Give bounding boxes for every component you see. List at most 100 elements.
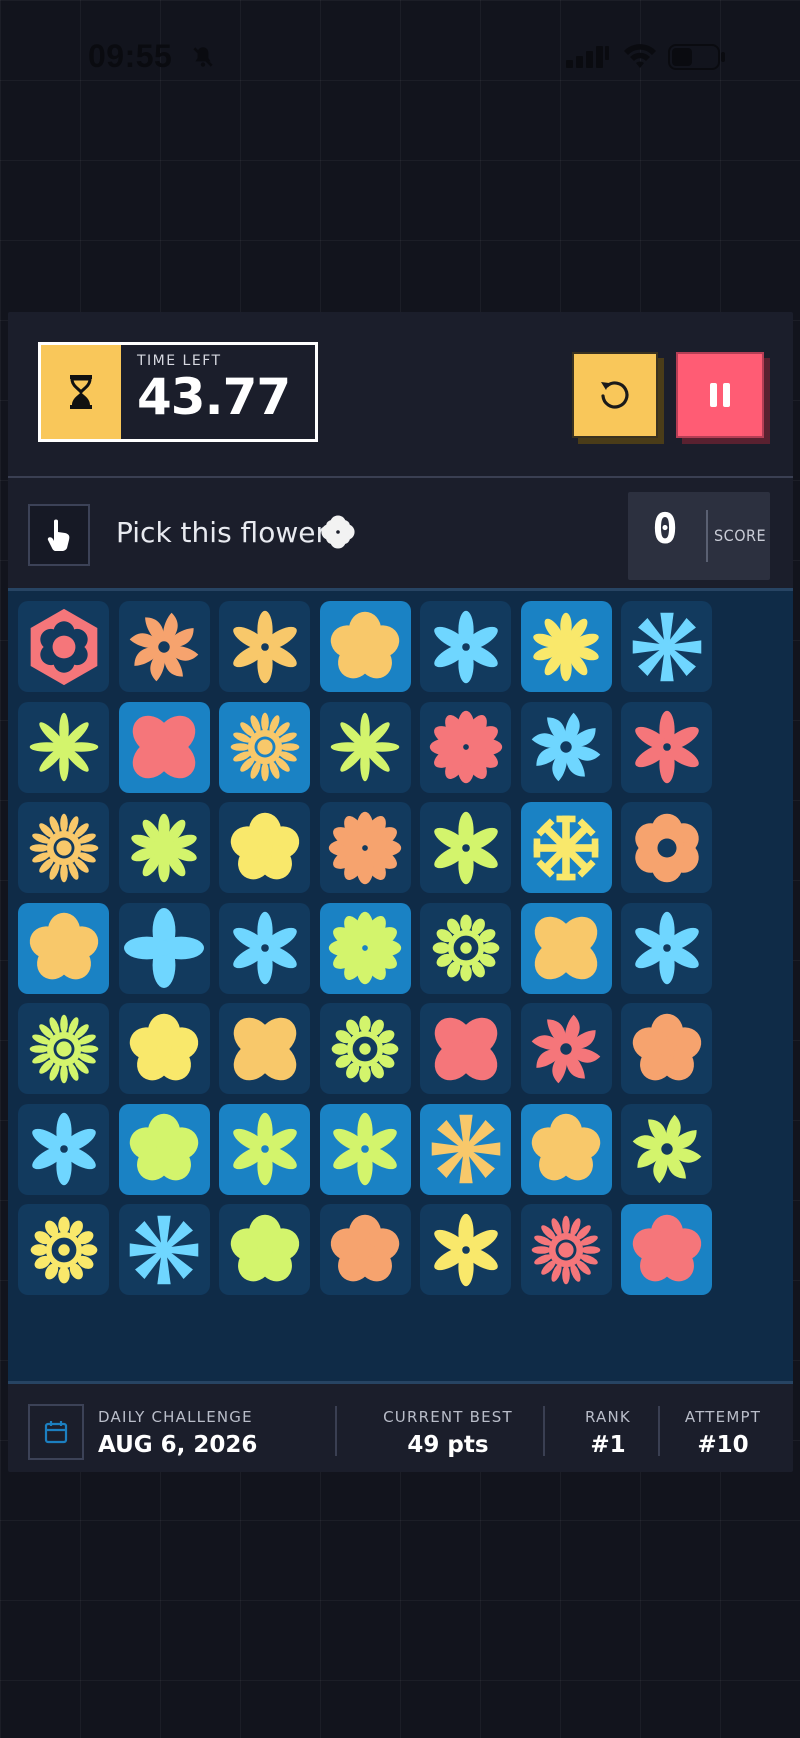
- flower-tile[interactable]: [420, 1204, 511, 1295]
- round-flower-icon: [330, 611, 400, 678]
- flower-tile[interactable]: [219, 1103, 310, 1195]
- flower-tile[interactable]: [18, 1003, 109, 1094]
- round-flower-icon: [531, 1113, 601, 1181]
- prompt-row: Pick this flower 0 SCORE: [8, 482, 793, 580]
- star-flower-icon: [333, 1112, 397, 1186]
- four-petal-flower-icon: [321, 515, 355, 549]
- light-dark-hex-flower-icon: [30, 608, 97, 685]
- timer-value: 43.77: [137, 368, 291, 426]
- flower-tile[interactable]: [420, 802, 511, 893]
- star-flower-icon: [433, 610, 498, 683]
- flower-tile[interactable]: [18, 701, 109, 793]
- flower-tile[interactable]: [118, 1204, 210, 1295]
- flower-tile[interactable]: [18, 1204, 109, 1295]
- pinwheel-flower-icon: [129, 612, 199, 681]
- pinwheel-flower-icon: [531, 712, 601, 782]
- sunburst-flower-icon: [29, 1014, 98, 1083]
- game-panel: TIME LEFT 43.77 Pick this flower 0 SCORE…: [8, 312, 793, 1472]
- flower-tile[interactable]: [520, 601, 612, 692]
- round-flower-icon: [632, 1214, 701, 1281]
- flower-tile[interactable]: [319, 902, 411, 994]
- current-best: CURRENT BEST 49 pts: [368, 1408, 528, 1458]
- diamond-flower-icon: [124, 908, 204, 988]
- sunburst-flower-icon: [230, 712, 299, 782]
- flower-tile[interactable]: [219, 902, 310, 994]
- flower-tile[interactable]: [118, 1003, 210, 1094]
- four-flower-icon: [132, 715, 196, 779]
- flower-tile[interactable]: [621, 802, 712, 893]
- flower-tile[interactable]: [520, 802, 612, 893]
- flower-tile[interactable]: [520, 701, 612, 793]
- flower-tile[interactable]: [319, 601, 411, 692]
- pinwheel-flower-icon: [632, 1114, 701, 1184]
- flower-tile[interactable]: [219, 701, 310, 793]
- current-best-label: CURRENT BEST: [383, 1408, 513, 1426]
- flower-tile[interactable]: [420, 902, 511, 994]
- flower-tile[interactable]: [219, 802, 310, 893]
- flower-tile[interactable]: [621, 601, 712, 692]
- flower-tile[interactable]: [621, 1204, 712, 1295]
- pinwheel-flower-icon: [531, 1014, 601, 1083]
- signal-icon: [566, 46, 609, 68]
- star-flower-icon: [232, 911, 297, 985]
- flower-tile[interactable]: [319, 701, 411, 793]
- spike-flower-icon: [29, 712, 98, 782]
- star-flower-icon: [433, 1213, 498, 1286]
- flower-tile[interactable]: [420, 701, 511, 793]
- flower-tile[interactable]: [118, 902, 210, 994]
- rank-value: #1: [590, 1432, 626, 1458]
- footer: DAILY CHALLENGE AUG 6, 2026 CURRENT BEST…: [8, 1384, 793, 1472]
- star-flower-icon: [433, 811, 498, 884]
- divider: [8, 476, 793, 478]
- ring-flower-icon: [30, 1216, 97, 1283]
- flower-tile[interactable]: [621, 902, 712, 994]
- flower-tile[interactable]: [319, 1003, 411, 1094]
- four-flower-icon: [434, 1017, 497, 1080]
- flower-tile[interactable]: [18, 601, 109, 692]
- flower-tile[interactable]: [118, 1103, 210, 1195]
- flower-tile[interactable]: [621, 701, 712, 793]
- hand-box: [28, 504, 90, 566]
- restart-button[interactable]: [572, 352, 658, 438]
- battery-icon: [668, 44, 725, 70]
- flower-tile[interactable]: [319, 1204, 411, 1295]
- star-flower-icon: [634, 911, 699, 985]
- flower-tile[interactable]: [420, 1003, 511, 1094]
- flower-tile[interactable]: [219, 1003, 310, 1094]
- flower-tile[interactable]: [18, 902, 109, 994]
- pause-icon: [710, 383, 730, 407]
- flower-tile[interactable]: [319, 1103, 411, 1195]
- pause-button[interactable]: [676, 352, 764, 438]
- flower-tile[interactable]: [420, 601, 511, 692]
- score-separator: [706, 510, 708, 562]
- hourglass-icon: [70, 375, 92, 409]
- tap-hand-icon: [47, 519, 70, 551]
- star-flower-icon: [634, 710, 699, 784]
- current-best-value: 49 pts: [407, 1432, 489, 1458]
- flower-tile[interactable]: [118, 601, 210, 692]
- flower-tile[interactable]: [621, 1003, 712, 1094]
- flower-tile[interactable]: [420, 1103, 511, 1195]
- flower-tile[interactable]: [118, 802, 210, 893]
- flower-tile[interactable]: [219, 601, 310, 692]
- flower-grid: [8, 588, 793, 1384]
- flower-tile[interactable]: [18, 802, 109, 893]
- ring-flower-icon: [331, 1015, 399, 1082]
- snow-flower-icon: [533, 815, 599, 880]
- flower-tile[interactable]: [18, 1103, 109, 1195]
- flower-tile[interactable]: [118, 701, 210, 793]
- star-flower-icon: [232, 610, 297, 683]
- sunburst-flower-icon: [531, 1215, 601, 1284]
- flower-tile[interactable]: [520, 902, 612, 994]
- calendar-box: [28, 1404, 84, 1460]
- daisy-flower-icon: [131, 813, 197, 882]
- flower-tile[interactable]: [319, 802, 411, 893]
- flower-tile[interactable]: [219, 1204, 310, 1295]
- prompt-text: Pick this flower: [116, 516, 327, 549]
- score-box: 0 SCORE: [628, 492, 770, 580]
- flower-tile[interactable]: [621, 1103, 712, 1195]
- wifi-icon: [624, 44, 656, 68]
- flower-tile[interactable]: [520, 1003, 612, 1094]
- flower-tile[interactable]: [520, 1103, 612, 1195]
- flower-tile[interactable]: [520, 1204, 612, 1295]
